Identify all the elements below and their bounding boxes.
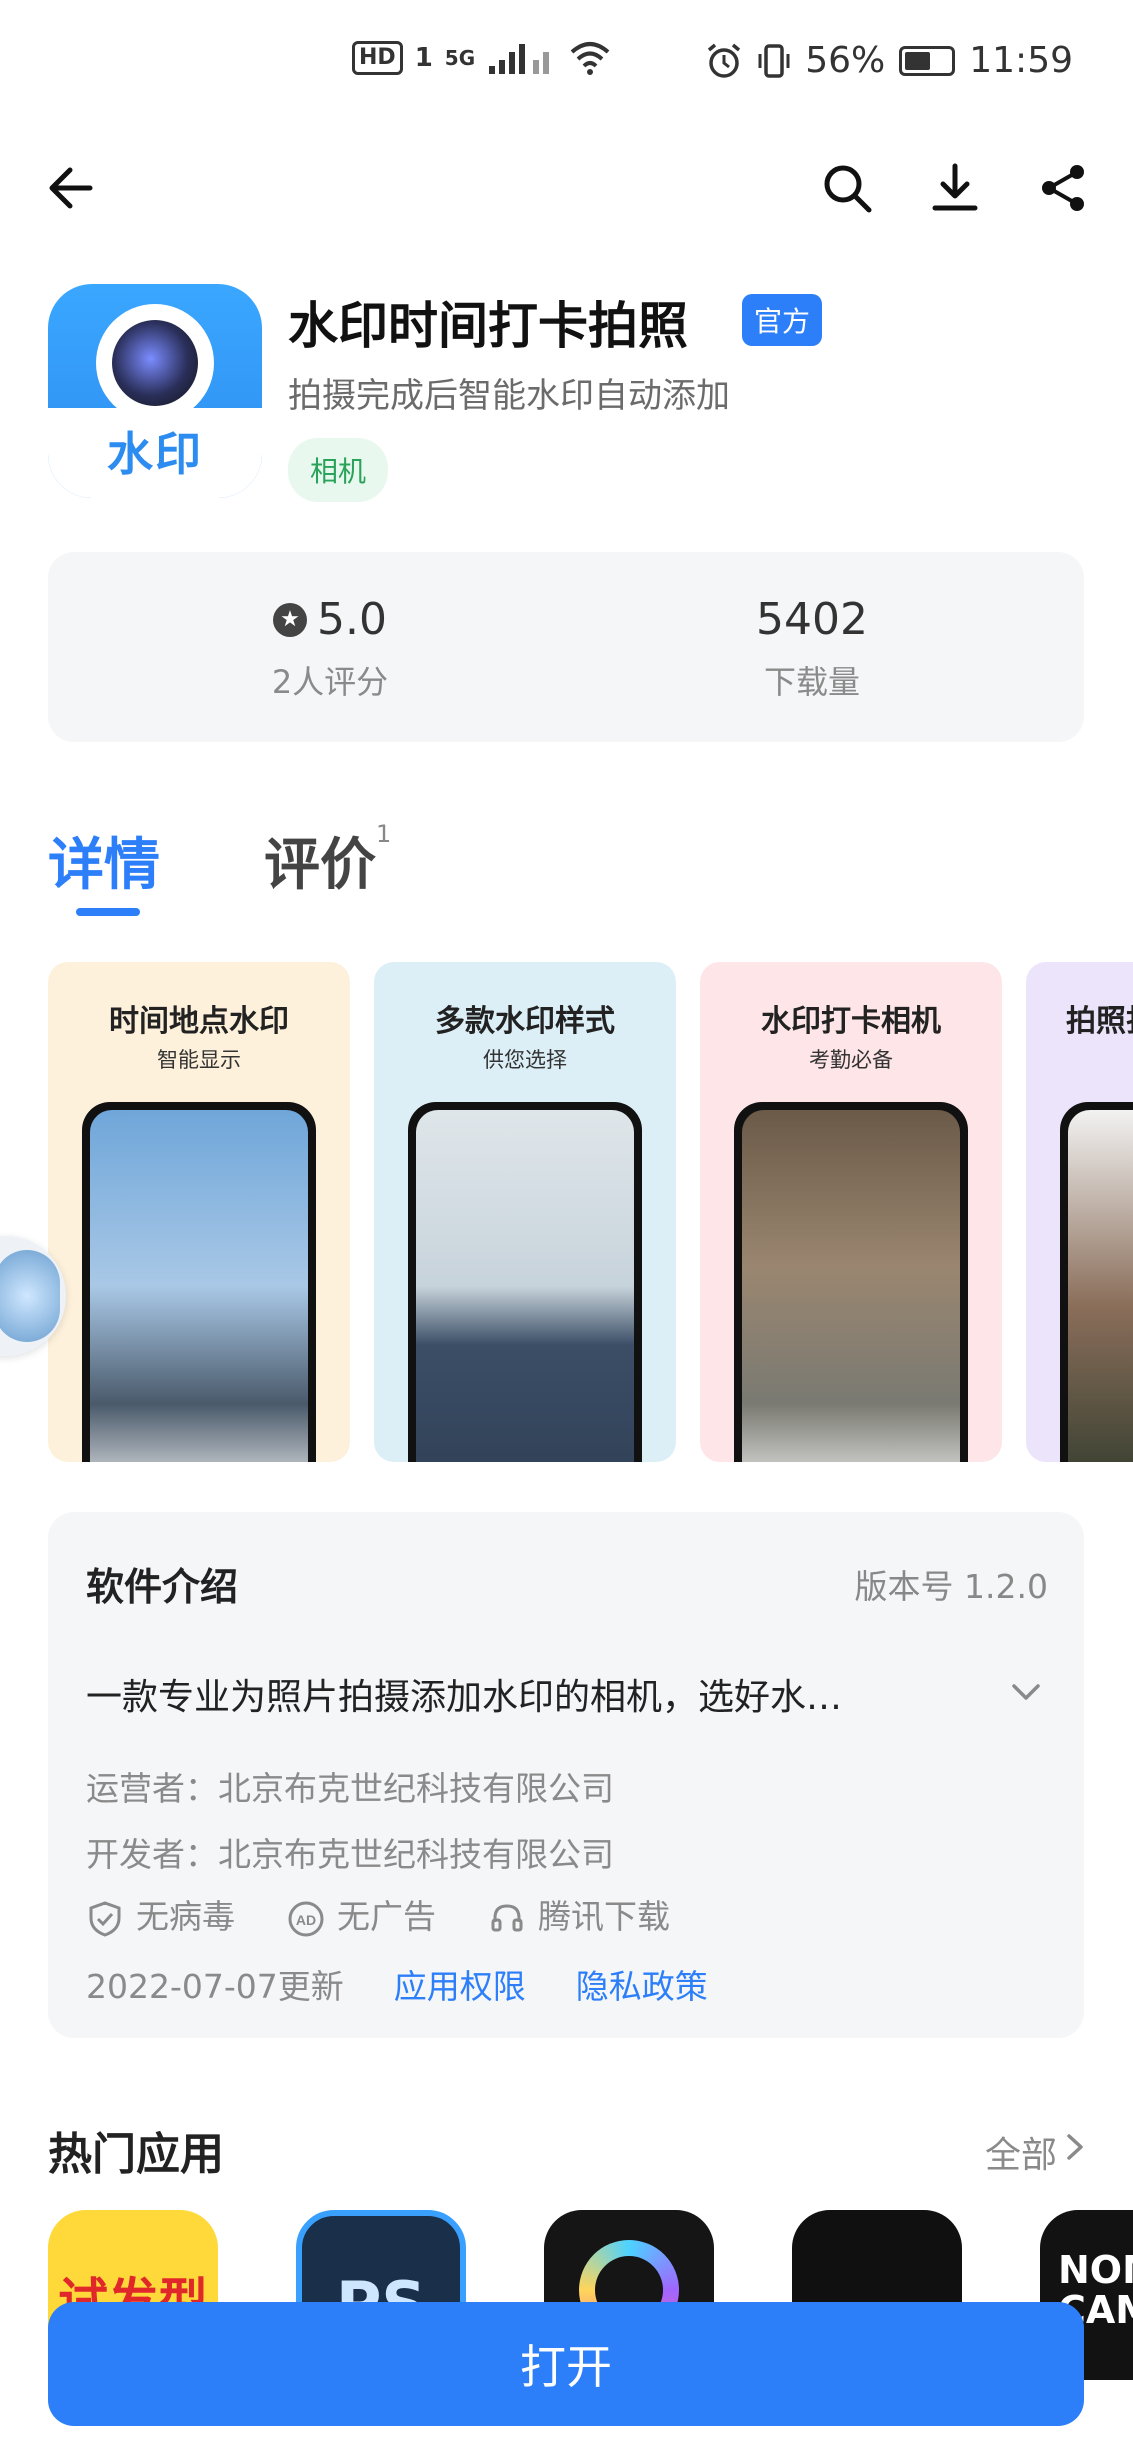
- star-icon: [273, 602, 307, 637]
- tab-details[interactable]: 详情: [48, 820, 160, 901]
- hot-apps-title: 热门应用: [48, 2129, 224, 2180]
- safety-badges: 无病毒 AD 无广告 腾讯下载: [86, 1890, 670, 1938]
- no-ads-badge: AD 无广告: [287, 1890, 436, 1938]
- screenshot-title: 多款水印样式: [435, 1004, 615, 1039]
- review-count: 1: [376, 820, 392, 848]
- intro-card: 软件介绍 版本号 1.2.0 一款专业为照片拍摄添加水印的相机，选好水… 运营者…: [48, 1512, 1084, 2038]
- tab-reviews-label: 评价: [264, 833, 376, 898]
- screenshot-3[interactable]: 水印打卡相机 考勤必备: [700, 962, 1002, 1462]
- chevron-right-icon[interactable]: [1059, 2130, 1089, 2164]
- screenshot-title: 时间地点水印: [109, 1004, 289, 1039]
- intro-footer: 2022-07-07更新 应用权限 隐私政策: [86, 1960, 708, 2008]
- downloads-value: 5402: [756, 594, 868, 645]
- screenshot-subtitle: 考勤必备: [809, 1048, 893, 1072]
- rating-stat[interactable]: 5.0 2人评分: [180, 594, 480, 703]
- tab-details-label: 详情: [48, 833, 160, 898]
- screenshot-carousel[interactable]: 时间地点水印 智能显示 多款水印样式 供您选择 水印打卡相机 考勤必备 拍照打: [48, 962, 1133, 1462]
- signal-label: 5G: [444, 46, 476, 70]
- screenshot-4[interactable]: 拍照打: [1026, 962, 1133, 1462]
- rating-label: 2人评分: [271, 663, 389, 701]
- tab-reviews[interactable]: 评价1: [264, 820, 391, 901]
- status-right: 56% 11:59: [705, 40, 1073, 81]
- phone-mockup: [734, 1102, 968, 1462]
- category-tag[interactable]: 相机: [288, 438, 389, 502]
- app-title: 水印时间打卡拍照: [288, 297, 688, 355]
- open-button[interactable]: 打开: [48, 2302, 1084, 2426]
- tab-indicator: [76, 908, 140, 916]
- status-bar: HD 1 5G 56% 11:59: [0, 0, 1133, 130]
- downloads-stat: 5402 下载量: [662, 594, 962, 703]
- phone-mockup: [82, 1102, 316, 1462]
- screenshot-title: 水印打卡相机: [761, 1004, 941, 1039]
- phone-mockup: [408, 1102, 642, 1462]
- phone-mockup: [1060, 1102, 1133, 1462]
- search-icon[interactable]: [817, 158, 877, 218]
- network-indicators: HD 1 5G: [352, 40, 611, 76]
- app-subtitle: 拍摄完成后智能水印自动添加: [288, 376, 730, 416]
- no-virus-badge: 无病毒: [86, 1890, 235, 1938]
- battery-percent: 56%: [805, 40, 886, 81]
- hot-apps-all-link[interactable]: 全部: [985, 2126, 1057, 2178]
- sim-indicator: 1: [414, 43, 433, 73]
- screenshot-2[interactable]: 多款水印样式 供您选择: [374, 962, 676, 1462]
- top-bar: [0, 150, 1133, 230]
- alarm-icon: [708, 43, 741, 78]
- app-icon: 水印: [48, 284, 262, 498]
- intro-description[interactable]: 一款专业为照片拍摄添加水印的相机，选好水…: [86, 1668, 986, 1720]
- developer-line: 开发者：北京布克世纪科技有限公司: [86, 1835, 614, 1874]
- privacy-link[interactable]: 隐私政策: [576, 1960, 708, 2008]
- ad-icon: AD: [288, 1901, 324, 1936]
- vibrate-icon: [758, 43, 790, 78]
- battery-icon: [899, 45, 956, 76]
- share-icon[interactable]: [1033, 158, 1093, 218]
- intro-title: 软件介绍: [86, 1565, 239, 1609]
- hd-badge: HD: [352, 41, 403, 75]
- svg-text:AD: AD: [296, 1912, 316, 1928]
- download-icon[interactable]: [925, 158, 985, 218]
- operator-line: 运营者：北京布克世纪科技有限公司: [86, 1769, 614, 1808]
- tencent-download-badge: 腾讯下载: [488, 1890, 670, 1938]
- wifi-icon: [570, 42, 610, 75]
- version-label: 版本号 1.2.0: [854, 1567, 1048, 1606]
- app-icon-text: 水印: [107, 427, 203, 481]
- screenshot-1[interactable]: 时间地点水印 智能显示: [48, 962, 350, 1462]
- expand-chevron-icon[interactable]: [1006, 1672, 1046, 1712]
- screenshot-subtitle: 智能显示: [157, 1048, 241, 1072]
- signal-icon: [489, 44, 550, 74]
- headset-icon: [491, 1903, 523, 1931]
- screenshot-title: 拍照打: [1066, 1004, 1133, 1039]
- back-icon[interactable]: [42, 158, 102, 218]
- official-badge: 官方: [742, 294, 823, 346]
- rating-value: 5.0: [317, 594, 387, 645]
- stats-card: 5.0 2人评分 5402 下载量: [48, 552, 1084, 742]
- clock: 11:59: [969, 40, 1073, 81]
- update-date: 2022-07-07更新: [86, 1967, 344, 2006]
- screenshot-subtitle: 供您选择: [483, 1048, 567, 1072]
- downloads-label: 下载量: [763, 663, 860, 701]
- permissions-link[interactable]: 应用权限: [394, 1960, 526, 2008]
- shield-check-icon: [89, 1900, 121, 1937]
